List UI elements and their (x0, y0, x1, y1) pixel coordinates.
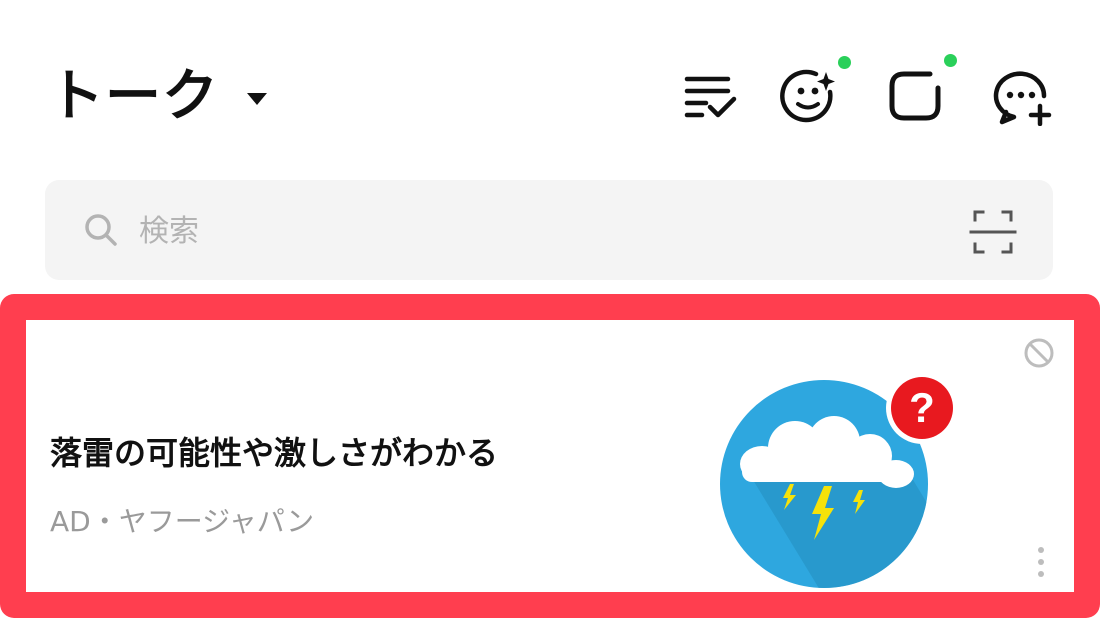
search-icon (81, 210, 121, 250)
thunderstorm-cloud-icon: ? (720, 350, 970, 590)
chats-title-dropdown[interactable]: トーク (48, 62, 267, 132)
caret-down-icon (247, 93, 267, 105)
notification-dot (944, 54, 957, 67)
scan-icon[interactable] (965, 204, 1021, 260)
new-chat-icon[interactable] (992, 66, 1052, 126)
page-title: トーク (48, 64, 219, 129)
search-input[interactable] (137, 206, 921, 256)
notification-dot (838, 56, 851, 69)
more-options-icon[interactable] (1026, 542, 1056, 586)
ad-title: 落雷の可能性や激しさがわかる (50, 434, 499, 472)
ad-sponsor: AD・ヤフージャパン (50, 505, 315, 538)
ad-card[interactable]: 落雷の可能性や激しさがわかる AD・ヤフージャパン ? (0, 294, 1100, 618)
face-sparkle-icon[interactable] (780, 56, 851, 126)
voom-square-icon[interactable] (886, 54, 957, 126)
search-bar (45, 180, 1053, 280)
checklist-icon[interactable] (680, 66, 740, 126)
header-bar: トーク (0, 0, 1100, 180)
question-badge: ? (909, 384, 935, 431)
block-ad-icon[interactable] (1022, 336, 1056, 370)
